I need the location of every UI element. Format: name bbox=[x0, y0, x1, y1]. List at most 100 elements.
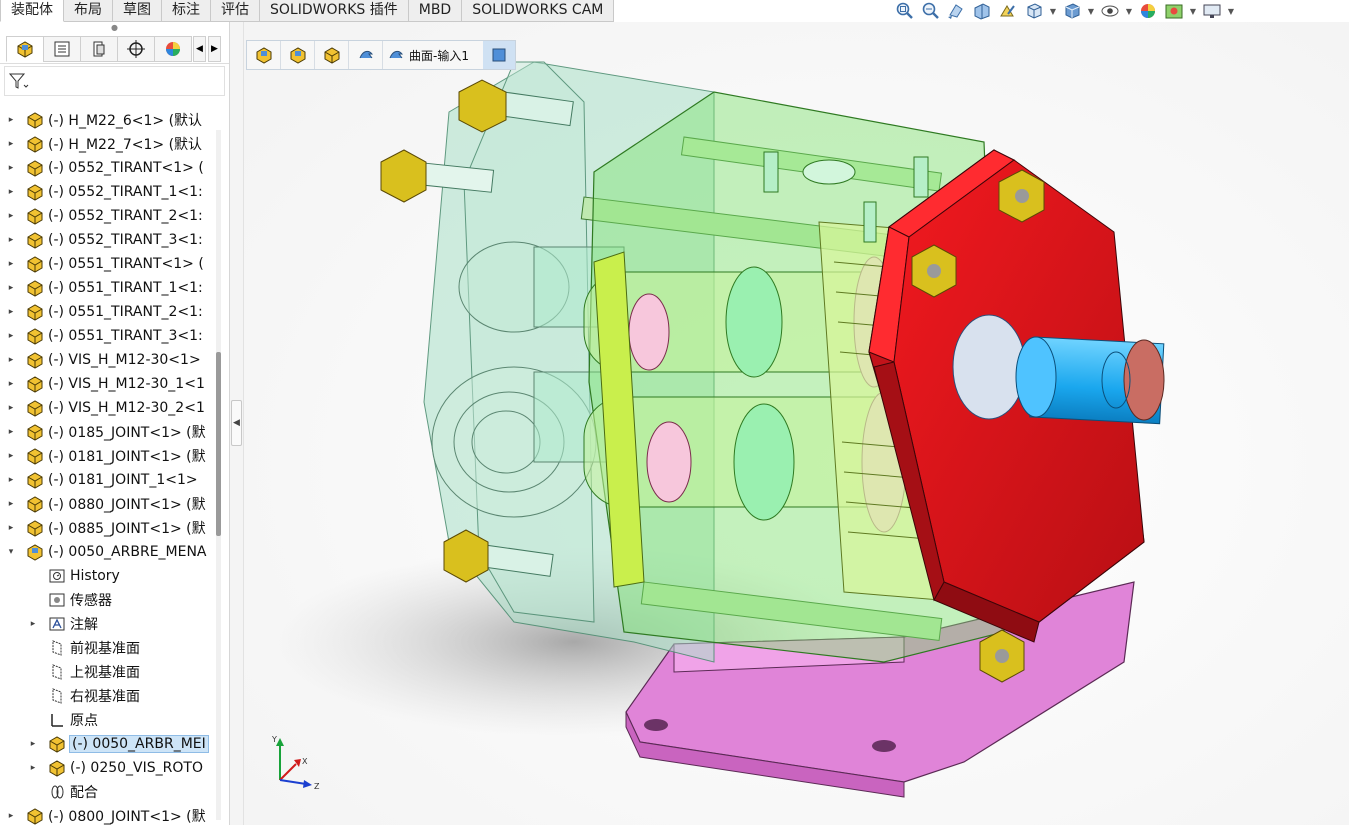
tree-item[interactable]: ▸ (-) 0880_JOINT<1> (默 bbox=[0, 492, 214, 516]
expand-arrow-icon[interactable]: ▸ bbox=[6, 403, 16, 413]
expand-arrow-icon[interactable]: ▸ bbox=[28, 739, 38, 749]
display-style-icon[interactable] bbox=[1061, 0, 1083, 22]
tree-item[interactable]: ▾ (-) 0050_ARBRE_MENA bbox=[0, 540, 214, 564]
tree-item[interactable]: ▸ (-) VIS_H_M12-30_1<1 bbox=[0, 372, 214, 396]
tab-layout[interactable]: 布局 bbox=[64, 0, 113, 22]
chevron-down-icon[interactable]: ▼ bbox=[1227, 7, 1235, 16]
edit-appearance-icon[interactable] bbox=[1137, 0, 1159, 22]
tree-item[interactable]: ▸ (-) 0551_TIRANT_2<1: bbox=[0, 300, 214, 324]
collapse-panel-button[interactable]: ◀ bbox=[231, 400, 242, 446]
assembly-crumb-icon[interactable] bbox=[247, 41, 281, 69]
tab-mbd[interactable]: MBD bbox=[408, 0, 463, 22]
tree-item[interactable]: ▸ (-) VIS_H_M12-30<1> bbox=[0, 348, 214, 372]
tab-markup[interactable]: 标注 bbox=[162, 0, 211, 22]
tab-evaluate[interactable]: 评估 bbox=[211, 0, 260, 22]
view-orientation-icon[interactable] bbox=[1023, 0, 1045, 22]
tree-item[interactable]: ▸ (-) H_M22_6<1> (默认 bbox=[0, 108, 214, 132]
expand-arrow-icon[interactable]: ▸ bbox=[6, 427, 16, 437]
tree-item[interactable]: ▸ (-) 0050_ARBR_MEI bbox=[0, 732, 214, 756]
tree-item[interactable]: ▸ (-) 0800_JOINT<1> (默 bbox=[0, 804, 214, 825]
breadcrumb-feature[interactable]: 曲面-输入1 bbox=[383, 41, 483, 69]
tab-scroll-left-icon[interactable]: ◀ bbox=[193, 35, 206, 62]
expand-arrow-icon[interactable]: ▸ bbox=[6, 259, 16, 269]
expand-arrow-icon[interactable]: ▸ bbox=[6, 811, 16, 821]
section-view-icon[interactable] bbox=[971, 0, 993, 22]
pump-assembly-model[interactable] bbox=[244, 22, 1349, 825]
hide-show-icon[interactable] bbox=[1099, 0, 1121, 22]
tree-item[interactable]: History bbox=[0, 564, 214, 588]
tab-cam[interactable]: SOLIDWORKS CAM bbox=[462, 0, 615, 22]
tab-assembly[interactable]: 装配体 bbox=[0, 0, 64, 22]
display-manager-tab[interactable] bbox=[154, 35, 192, 62]
expand-arrow-icon[interactable]: ▸ bbox=[6, 523, 16, 533]
tree-item[interactable]: ▸ (-) 0181_JOINT<1> (默 bbox=[0, 444, 214, 468]
apply-scene-icon[interactable] bbox=[1163, 0, 1185, 22]
tree-item[interactable]: ▸ (-) 0552_TIRANT_3<1: bbox=[0, 228, 214, 252]
chevron-down-icon[interactable]: ▼ bbox=[1125, 7, 1133, 16]
tree-item[interactable]: ▸ (-) 0552_TIRANT_2<1: bbox=[0, 204, 214, 228]
feature-crumb-icon[interactable] bbox=[349, 41, 383, 69]
tree-item[interactable]: ▸ (-) 0250_VIS_ROTO bbox=[0, 756, 214, 780]
chevron-down-icon[interactable]: ▼ bbox=[1087, 7, 1095, 16]
expand-arrow-icon[interactable]: ▸ bbox=[6, 211, 16, 221]
configurationmanager-tab[interactable] bbox=[80, 35, 118, 62]
expand-arrow-icon[interactable]: ▸ bbox=[6, 235, 16, 245]
tree-item[interactable]: ▸ (-) 0552_TIRANT<1> ( bbox=[0, 156, 214, 180]
tree-item[interactable]: ▸ (-) 0552_TIRANT_1<1: bbox=[0, 180, 214, 204]
tree-filter[interactable] bbox=[4, 66, 225, 96]
face-select-icon[interactable] bbox=[482, 41, 515, 69]
propertymanager-tab[interactable] bbox=[43, 35, 81, 62]
tree-item[interactable]: ▸ 注解 bbox=[0, 612, 214, 636]
expand-arrow-icon[interactable]: ▸ bbox=[28, 619, 38, 629]
panel-grip[interactable]: ● bbox=[0, 22, 229, 34]
tree-item[interactable]: ▸ (-) VIS_H_M12-30_2<1 bbox=[0, 396, 214, 420]
tree-item[interactable]: 原点 bbox=[0, 708, 214, 732]
tree-item[interactable]: ▸ (-) 0551_TIRANT_1<1: bbox=[0, 276, 214, 300]
tree-item[interactable]: 上视基准面 bbox=[0, 660, 214, 684]
tree-item[interactable]: 配合 bbox=[0, 780, 214, 804]
part-icon bbox=[24, 422, 46, 442]
tree-item[interactable]: ▸ (-) 0551_TIRANT_3<1: bbox=[0, 324, 214, 348]
expand-arrow-icon[interactable]: ▸ bbox=[6, 451, 16, 461]
tab-addins[interactable]: SOLIDWORKS 插件 bbox=[260, 0, 409, 22]
part-crumb-icon[interactable] bbox=[315, 41, 349, 69]
chevron-down-icon[interactable]: ▼ bbox=[1049, 7, 1057, 16]
tree-item[interactable]: ▸ (-) 0181_JOINT_1<1> bbox=[0, 468, 214, 492]
tree-item[interactable]: ▸ (-) 0551_TIRANT<1> ( bbox=[0, 252, 214, 276]
chevron-down-icon[interactable]: ▼ bbox=[1189, 7, 1197, 16]
subassembly-crumb-icon[interactable] bbox=[281, 41, 315, 69]
tree-scrollbar-thumb[interactable] bbox=[216, 352, 221, 536]
dimxpert-tab[interactable] bbox=[117, 35, 155, 62]
expand-arrow-icon[interactable]: ▸ bbox=[6, 187, 16, 197]
previous-view-icon[interactable] bbox=[945, 0, 967, 22]
expand-arrow-icon[interactable]: ▸ bbox=[6, 379, 16, 389]
view-settings-icon[interactable] bbox=[1201, 0, 1223, 22]
tree-item[interactable]: ▸ (-) 0885_JOINT<1> (默 bbox=[0, 516, 214, 540]
expand-arrow-icon[interactable]: ▸ bbox=[6, 115, 16, 125]
collapse-arrow-icon[interactable]: ▾ bbox=[6, 547, 16, 557]
expand-arrow-icon[interactable]: ▸ bbox=[6, 163, 16, 173]
tab-sketch[interactable]: 草图 bbox=[113, 0, 162, 22]
tree-item-label: 右视基准面 bbox=[70, 689, 140, 705]
expand-arrow-icon[interactable]: ▸ bbox=[6, 475, 16, 485]
expand-arrow-icon[interactable]: ▸ bbox=[6, 139, 16, 149]
expand-arrow-icon[interactable]: ▸ bbox=[28, 763, 38, 773]
graphics-area[interactable] bbox=[244, 22, 1349, 825]
expand-arrow-icon[interactable]: ▸ bbox=[6, 283, 16, 293]
featuremanager-tab[interactable] bbox=[6, 35, 44, 62]
tree-item[interactable]: 前视基准面 bbox=[0, 636, 214, 660]
zoom-to-fit-icon[interactable] bbox=[893, 0, 915, 22]
zoom-to-area-icon[interactable] bbox=[919, 0, 941, 22]
expand-arrow-icon[interactable]: ▸ bbox=[6, 307, 16, 317]
dynamic-annotation-icon[interactable] bbox=[997, 0, 1019, 22]
tree-item[interactable]: 右视基准面 bbox=[0, 684, 214, 708]
expand-arrow-icon[interactable]: ▸ bbox=[6, 331, 16, 341]
tree-item-label: (-) 0250_VIS_ROTO bbox=[70, 760, 203, 776]
tab-scroll-right-icon[interactable]: ▶ bbox=[208, 35, 221, 62]
tree-item[interactable]: ▸ (-) 0185_JOINT<1> (默 bbox=[0, 420, 214, 444]
expand-arrow-icon[interactable]: ▸ bbox=[6, 499, 16, 509]
expand-arrow-icon[interactable]: ▸ bbox=[6, 355, 16, 365]
tree-item[interactable]: 传感器 bbox=[0, 588, 214, 612]
tree-item[interactable]: ▸ (-) H_M22_7<1> (默认 bbox=[0, 132, 214, 156]
part-icon bbox=[24, 206, 46, 226]
